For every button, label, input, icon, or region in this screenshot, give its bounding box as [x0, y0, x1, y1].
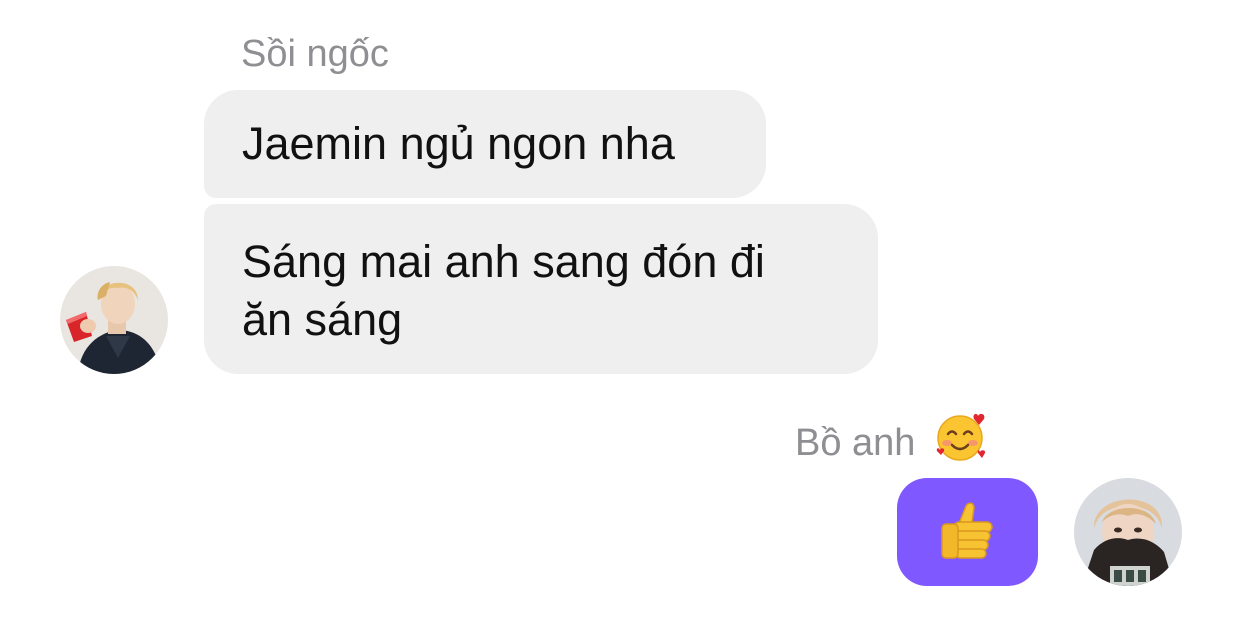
- user-photo-avatar-icon: [1074, 478, 1182, 586]
- message-bubble[interactable]: Jaemin ngủ ngon nha: [204, 90, 766, 198]
- message-text-line: ăn sáng: [242, 294, 403, 345]
- incoming-sender-name: Sồi ngốc: [241, 33, 389, 75]
- outgoing-sender-name: Bồ anh: [795, 413, 988, 472]
- user-photo-avatar-icon: [60, 266, 168, 374]
- message-text: Jaemin ngủ ngon nha: [242, 118, 675, 169]
- outgoing-avatar[interactable]: [1074, 478, 1182, 586]
- smiling-face-with-hearts-icon: [934, 412, 988, 472]
- thumbs-up-icon: [936, 498, 1000, 567]
- incoming-avatar[interactable]: [60, 266, 168, 374]
- message-text-line: Sáng mai anh sang đón đi: [242, 236, 765, 287]
- thumbs-up-message[interactable]: [897, 478, 1038, 586]
- outgoing-sender-name-text: Bồ anh: [795, 422, 916, 465]
- message-bubble[interactable]: Sáng mai anh sang đón đi ăn sáng: [204, 204, 878, 374]
